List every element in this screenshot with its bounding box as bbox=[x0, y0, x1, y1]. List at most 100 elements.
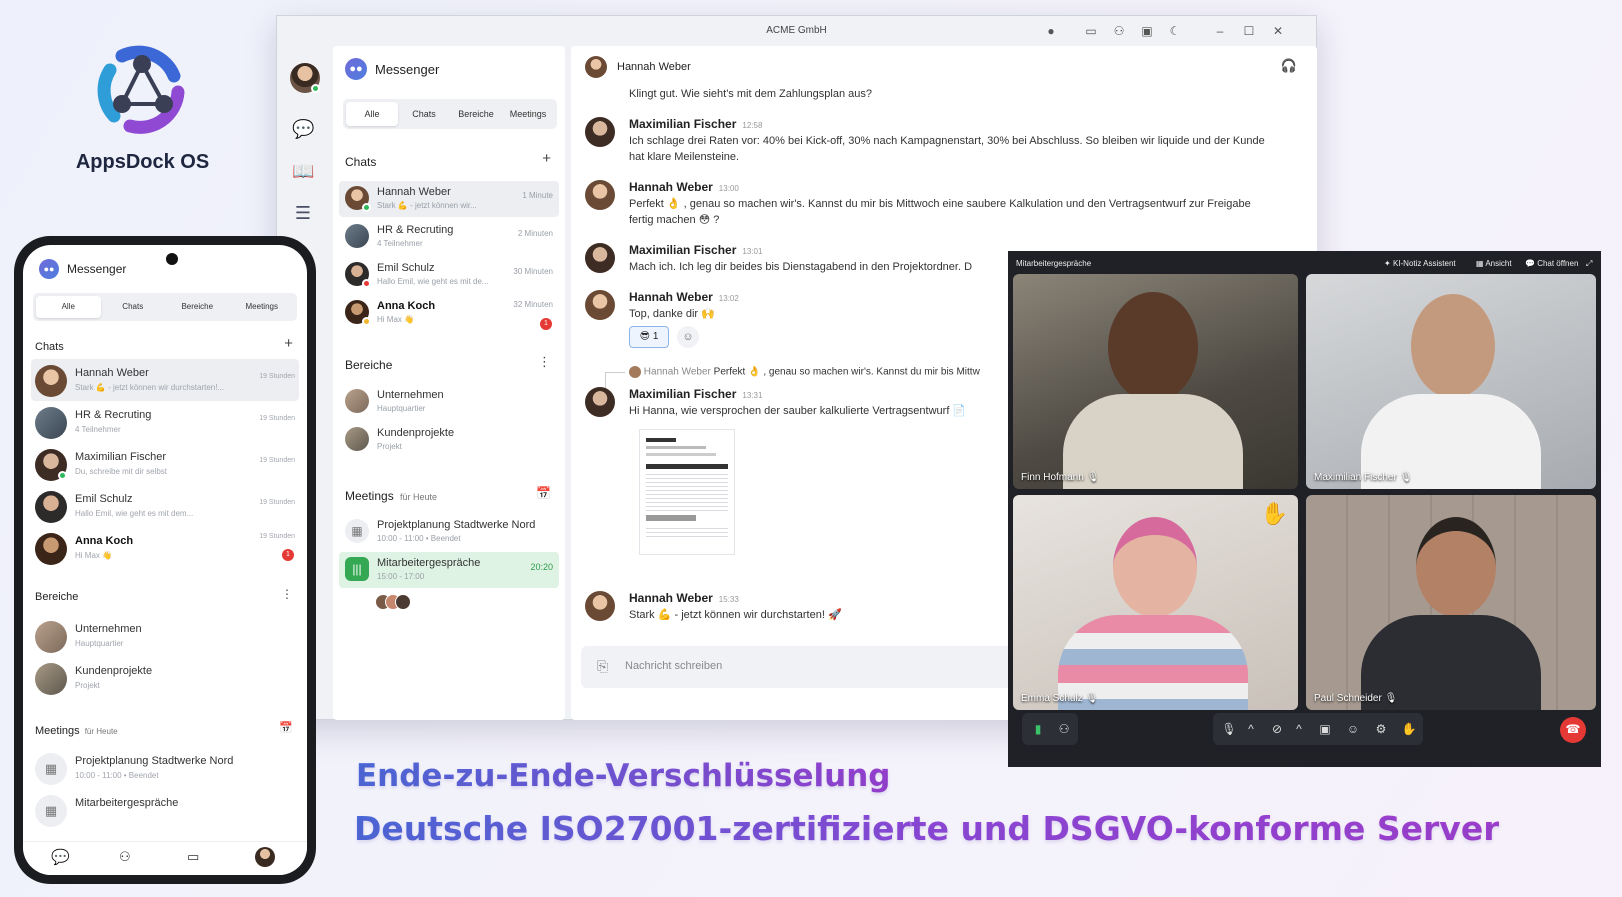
tab-alle[interactable]: Alle bbox=[36, 296, 101, 318]
area-item[interactable]: Unternehmen Hauptquartier bbox=[339, 384, 559, 420]
participant-label: Finn Hofmann bbox=[1021, 472, 1084, 483]
more-options-icon[interactable]: ⋮ bbox=[281, 587, 293, 601]
chat-item[interactable]: Anna Koch Hi Max 👋 32 Minuten 1 bbox=[339, 295, 559, 331]
meetings-sub: für Heute bbox=[400, 492, 438, 502]
areas-section-title: Bereiche bbox=[345, 358, 393, 372]
participant-tile[interactable]: Finn Hofmann 🎙 bbox=[1013, 274, 1298, 489]
screen-share-icon[interactable]: ▣ bbox=[1313, 717, 1337, 741]
raise-hand-icon[interactable]: ✋ bbox=[1397, 717, 1421, 741]
avatar bbox=[585, 290, 615, 320]
chat-item[interactable]: Anna Koch Hi Max 👋 19 Stunden 1 bbox=[31, 527, 299, 569]
chat-name: Maximilian Fischer bbox=[75, 451, 167, 463]
contacts-icon[interactable]: ▣ bbox=[1139, 23, 1155, 39]
headset-icon[interactable]: 🎧 bbox=[1281, 58, 1297, 74]
chat-partner-name: Hannah Weber bbox=[617, 61, 691, 73]
chat-name: Anna Koch bbox=[75, 535, 134, 547]
message-text: Perfekt 👌 , genau so machen wir's. Kanns… bbox=[629, 198, 1251, 226]
close-icon[interactable]: ✕ bbox=[1270, 23, 1286, 39]
tab-chats[interactable]: Chats bbox=[398, 102, 450, 126]
tab-chats[interactable]: Chats bbox=[101, 296, 166, 318]
raised-hand-icon: ✋ bbox=[1260, 501, 1288, 526]
chat-time: 19 Stunden bbox=[259, 457, 295, 464]
popout-icon[interactable]: ⤢ bbox=[1586, 259, 1592, 269]
mic-icon[interactable]: 🎙 bbox=[1217, 717, 1241, 741]
chevron-up-icon[interactable]: ^ bbox=[1287, 717, 1311, 741]
participant-tile[interactable]: ✋ Emma Schulz 🎙 bbox=[1013, 495, 1298, 710]
area-item[interactable]: Kundenprojekte Projekt bbox=[339, 422, 559, 458]
calendar-icon[interactable]: 📅 bbox=[279, 721, 293, 734]
add-chat-icon[interactable]: + bbox=[284, 335, 293, 352]
tab-meetings[interactable]: Meetings bbox=[230, 296, 295, 318]
meeting-item[interactable]: ▦ Mitarbeitergespräche bbox=[31, 789, 299, 831]
areas-section-title: Bereiche bbox=[35, 591, 79, 603]
unread-badge: 1 bbox=[540, 318, 552, 330]
mic-icon: 🎙 bbox=[1086, 472, 1100, 483]
reaction-chip[interactable]: 😎 1 bbox=[629, 326, 669, 348]
chevron-up-icon[interactable]: ^ bbox=[1239, 717, 1263, 741]
chat-preview: 4 Teilnehmer bbox=[377, 239, 423, 248]
chat-name: HR & Recruting bbox=[75, 409, 152, 421]
avatar bbox=[585, 591, 615, 621]
chat-time: 1 Minute bbox=[522, 191, 553, 200]
message-text: Klingt gut. Wie sieht's mit dem Zahlungs… bbox=[629, 88, 872, 100]
area-item[interactable]: Unternehmen Hauptquartier bbox=[31, 615, 299, 657]
inbox-nav-icon[interactable]: ▭ bbox=[187, 849, 199, 865]
profile-avatar[interactable] bbox=[255, 847, 275, 867]
meeting-item[interactable]: ▦ Projektplanung Stadtwerke Nord 10:00 -… bbox=[31, 747, 299, 789]
document-thumbnail[interactable] bbox=[639, 429, 735, 555]
messenger-nav-icon[interactable]: 💬 bbox=[51, 848, 70, 866]
add-reaction-icon[interactable]: ☺ bbox=[677, 326, 699, 348]
area-avatar bbox=[35, 621, 67, 653]
meetings-sub: für Heute bbox=[84, 727, 118, 736]
quoted-message: Hannah Weber Perfekt 👌 , genau so machen… bbox=[629, 366, 980, 378]
minimize-icon[interactable]: – bbox=[1212, 23, 1228, 39]
participant-tile[interactable]: Paul Schneider 🎙 bbox=[1306, 495, 1596, 710]
calendar-icon[interactable]: 📅 bbox=[536, 486, 551, 500]
chat-item[interactable]: Hannah Weber Stark 💪 - jetzt können wir … bbox=[31, 359, 299, 401]
chat-item[interactable]: Emil Schulz Hallo Emil, wie geht es mit … bbox=[31, 485, 299, 527]
chat-item[interactable]: Emil Schulz Hallo Emil, wie geht es mit … bbox=[339, 257, 559, 293]
tab-bereiche[interactable]: Bereiche bbox=[165, 296, 230, 318]
meeting-item[interactable]: ▦ Projektplanung Stadtwerke Nord 10:00 -… bbox=[339, 514, 559, 550]
tab-alle[interactable]: Alle bbox=[346, 102, 398, 126]
add-participant-icon[interactable]: ⚇ bbox=[1052, 717, 1076, 741]
dark-mode-icon[interactable]: ☾ bbox=[1167, 23, 1183, 39]
area-sub: Projekt bbox=[75, 681, 100, 690]
meeting-item-active[interactable]: ||| Mitarbeitergespräche 15:00 - 17:00 2… bbox=[339, 552, 559, 588]
more-options-icon[interactable]: ⋮ bbox=[538, 354, 551, 370]
area-item[interactable]: Kundenprojekte Projekt bbox=[31, 657, 299, 699]
emoji-icon[interactable]: ☺ bbox=[1341, 717, 1365, 741]
camera-off-icon[interactable]: ⊘ bbox=[1265, 717, 1289, 741]
book-app-icon[interactable]: 📖 bbox=[292, 160, 314, 182]
chat-item[interactable]: Hannah Weber Stark 💪 - jetzt können wir.… bbox=[339, 181, 559, 217]
chat-item[interactable]: HR & Recruting 4 Teilnehmer 19 Stunden bbox=[31, 401, 299, 443]
ai-notes-button[interactable]: ✦ KI-Notiz Assistent bbox=[1384, 259, 1456, 268]
hang-up-icon[interactable]: ☎ bbox=[1560, 717, 1586, 743]
tab-meetings[interactable]: Meetings bbox=[502, 102, 554, 126]
participant-tile[interactable]: Maximilian Fischer 🎙 bbox=[1306, 274, 1596, 489]
chat-item[interactable]: HR & Recruting 4 Teilnehmer 2 Minuten bbox=[339, 219, 559, 255]
group-avatar bbox=[345, 224, 369, 248]
maximize-icon[interactable]: ☐ bbox=[1241, 23, 1257, 39]
chat-name: Hannah Weber bbox=[377, 186, 451, 198]
inbox-icon[interactable]: ▭ bbox=[1083, 23, 1099, 39]
reaction-emoji: 😎 bbox=[639, 331, 651, 342]
user-avatar-icon[interactable]: ● bbox=[1043, 23, 1059, 39]
quote-text: Perfekt 👌 , genau so machen wir's. Kanns… bbox=[713, 366, 980, 378]
add-chat-icon[interactable]: + bbox=[542, 150, 551, 167]
contacts-nav-icon[interactable]: ⚇ bbox=[119, 849, 131, 865]
chat-time: 19 Stunden bbox=[259, 533, 295, 540]
messenger-app-icon[interactable]: 💬 bbox=[292, 118, 314, 140]
attach-icon[interactable]: ⎘ bbox=[597, 658, 608, 675]
tab-bereiche[interactable]: Bereiche bbox=[450, 102, 502, 126]
chat-time: 32 Minuten bbox=[513, 300, 553, 309]
server-app-icon[interactable]: ☰ bbox=[292, 202, 314, 224]
signal-icon[interactable]: ▮ bbox=[1026, 717, 1050, 741]
view-button[interactable]: ▦ Ansicht bbox=[1476, 259, 1512, 268]
chat-item[interactable]: Maximilian Fischer Du, schreibe mit dir … bbox=[31, 443, 299, 485]
open-chat-button[interactable]: 💬 Chat öffnen bbox=[1525, 259, 1578, 268]
participants-settings-icon[interactable]: ⚙ bbox=[1369, 717, 1393, 741]
author-name: Maximilian Fischer bbox=[629, 387, 737, 401]
add-user-icon[interactable]: ⚇ bbox=[1111, 23, 1127, 39]
message-author: Maximilian Fischer 13:01 bbox=[629, 243, 762, 257]
